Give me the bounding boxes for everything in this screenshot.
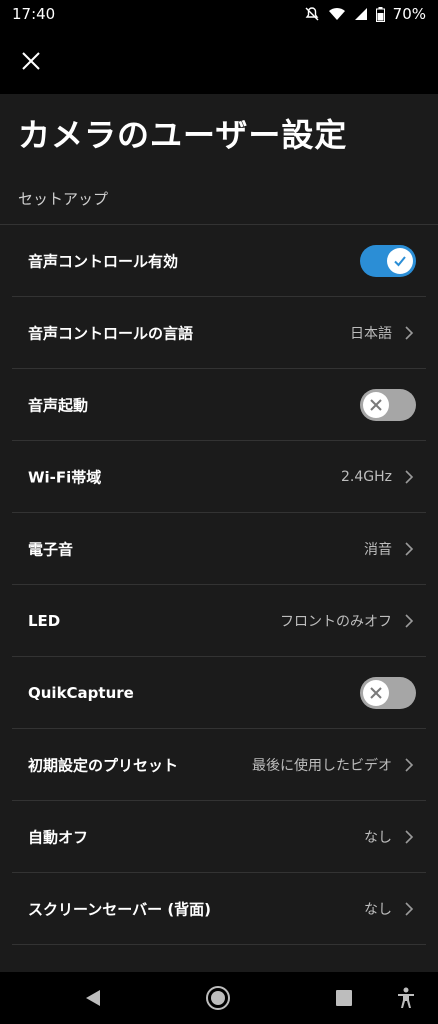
- toggle-knob: [387, 247, 413, 274]
- accessibility-icon: [398, 987, 414, 1008]
- status-time: 17:40: [12, 5, 56, 23]
- setting-label: 電子音: [28, 540, 74, 558]
- x-icon: [370, 398, 382, 411]
- accessibility-button[interactable]: [391, 984, 421, 1012]
- recents-button[interactable]: [329, 984, 359, 1012]
- setting-row[interactable]: QuikCapture: [12, 657, 426, 729]
- setting-row[interactable]: 電子音 消音: [12, 513, 426, 585]
- setting-value: なし: [364, 829, 392, 846]
- setting-row[interactable]: スクリーンセーバー (背面) なし: [12, 873, 426, 945]
- close-icon: [22, 52, 40, 70]
- setting-value: 最後に使用したビデオ: [252, 757, 392, 774]
- chevron-right-icon: [405, 901, 414, 916]
- status-icons: 70%: [304, 5, 426, 23]
- setting-row[interactable]: 音声コントロール有効: [12, 225, 426, 297]
- setting-label: 音声起動: [28, 396, 89, 414]
- setting-label: LED: [28, 611, 61, 630]
- nav-bar: [0, 972, 438, 1024]
- status-bar: 17:40 70%: [0, 0, 438, 28]
- toggle-knob: [363, 391, 389, 418]
- close-button[interactable]: [14, 44, 48, 78]
- home-icon: [206, 986, 230, 1010]
- settings-list: 音声コントロール有効 音声コントロールの言語 日本語音声起動 Wi-Fi帯域 2.4GH…: [0, 225, 438, 945]
- battery-percent: 70%: [392, 5, 426, 23]
- chevron-right-icon: [405, 325, 414, 340]
- chevron-right-icon: [405, 757, 414, 772]
- check-icon: [394, 255, 406, 266]
- chevron-right-icon: [405, 541, 414, 556]
- wifi-icon: [328, 7, 346, 21]
- chevron-right-icon: [405, 613, 414, 628]
- section-header: セットアップ: [18, 190, 109, 208]
- setting-label: QuikCapture: [28, 683, 134, 702]
- signal-icon: [354, 7, 368, 21]
- setting-value: 日本語: [350, 325, 392, 342]
- top-bar: [0, 28, 438, 94]
- setting-value: 2.4GHz: [341, 468, 392, 485]
- chevron-right-icon: [405, 469, 414, 484]
- setting-toggle[interactable]: [360, 244, 416, 277]
- recents-icon: [336, 990, 352, 1006]
- back-icon: [86, 990, 100, 1006]
- battery-icon: [375, 6, 385, 22]
- mute-icon: [304, 6, 320, 22]
- setting-row[interactable]: 自動オフ なし: [12, 801, 426, 873]
- setting-label: 初期設定のプリセット: [28, 756, 179, 774]
- setting-toggle[interactable]: [360, 388, 416, 421]
- setting-label: 音声コントロール有効: [28, 252, 179, 270]
- page-title: カメラのユーザー設定: [18, 116, 348, 154]
- toggle-knob: [363, 679, 389, 706]
- setting-toggle[interactable]: [360, 676, 416, 709]
- setting-label: Wi-Fi帯域: [28, 468, 102, 486]
- setting-row[interactable]: 初期設定のプリセット 最後に使用したビデオ: [12, 729, 426, 801]
- setting-value: 消音: [364, 541, 392, 558]
- setting-value: フロントのみオフ: [280, 613, 392, 630]
- setting-row[interactable]: LED フロントのみオフ: [12, 585, 426, 657]
- back-button[interactable]: [78, 984, 108, 1012]
- x-icon: [370, 686, 382, 699]
- setting-row[interactable]: 音声起動: [12, 369, 426, 441]
- setting-label: 音声コントロールの言語: [28, 324, 194, 342]
- setting-row[interactable]: 音声コントロールの言語 日本語: [12, 297, 426, 369]
- home-button[interactable]: [203, 984, 233, 1012]
- setting-label: 自動オフ: [28, 828, 89, 846]
- chevron-right-icon: [405, 829, 414, 844]
- setting-label: スクリーンセーバー (背面): [28, 900, 212, 918]
- setting-value: なし: [364, 901, 392, 918]
- setting-row[interactable]: Wi-Fi帯域 2.4GHz: [12, 441, 426, 513]
